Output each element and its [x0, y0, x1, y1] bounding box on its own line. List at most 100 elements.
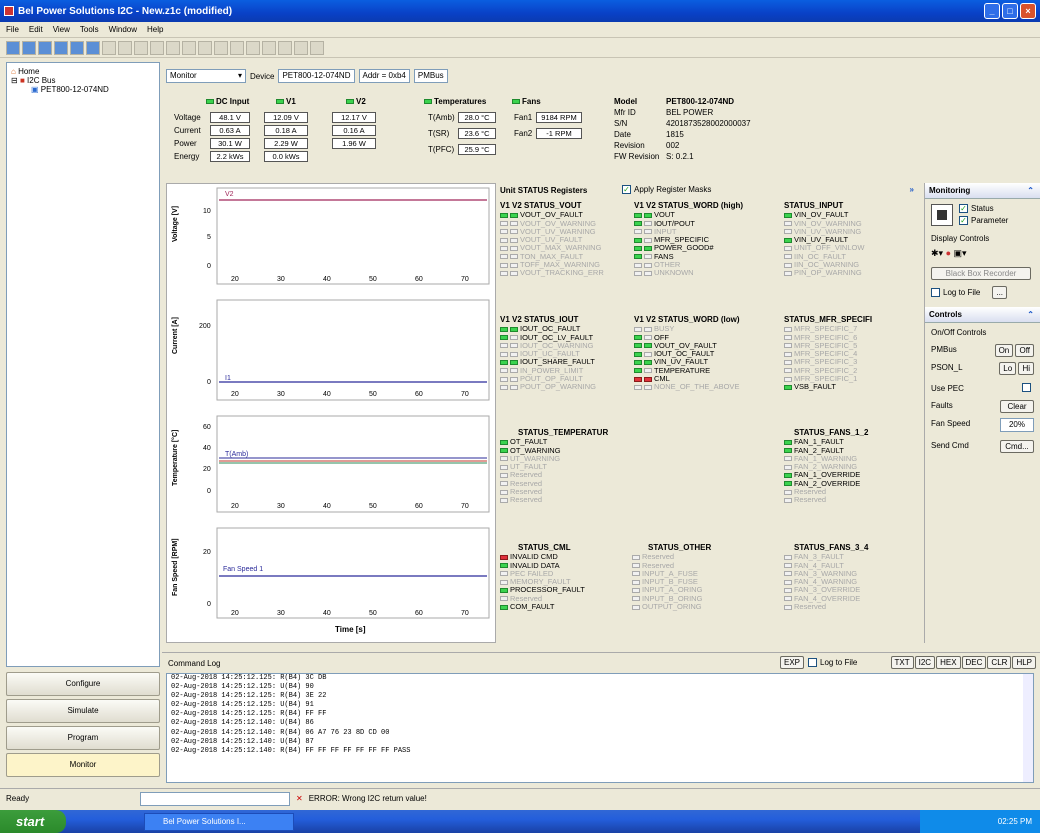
toolbar-button-icon[interactable] [182, 40, 196, 55]
toolbar-button-icon[interactable] [214, 40, 228, 55]
pmbus-label: PMBus [931, 345, 957, 354]
status-led-icon [500, 571, 508, 577]
register-title: STATUS_TEMPERATUR [518, 428, 609, 437]
status-led-icon [644, 326, 652, 332]
browse-button[interactable]: ... [992, 286, 1008, 299]
status-checkbox[interactable]: ✓ Status [959, 203, 1008, 215]
ytick-label: 0 [207, 488, 211, 495]
monitor-button[interactable]: Monitor [6, 753, 160, 777]
register-status-iout: V1 V2 STATUS_IOUT IOUT_OC_FAULT IOUT_OC_L… [500, 315, 596, 392]
menu-window[interactable]: Window [109, 25, 137, 34]
plot-frame [216, 527, 490, 619]
apply-masks-checkbox[interactable]: ✓ Apply Register Masks [622, 185, 711, 195]
print-icon[interactable] [54, 40, 68, 55]
app-window: Bel Power Solutions I2C - New.z1c (modif… [0, 0, 1040, 810]
toolbar-button-icon[interactable] [166, 40, 180, 55]
minimize-button[interactable]: _ [984, 3, 1000, 19]
hlp-button[interactable]: HLP [1012, 656, 1036, 669]
i2c-button[interactable]: I2C [914, 656, 936, 669]
status-led-icon [644, 246, 652, 251]
register-bit: FANS [634, 252, 743, 261]
menu-file[interactable]: File [6, 25, 19, 34]
ylabel-voltage: Voltage [V] [172, 206, 179, 242]
tree-item-home[interactable]: ⌂ Home [7, 67, 159, 76]
toolbar-button-icon[interactable] [102, 40, 116, 55]
toolbar-button-icon[interactable] [310, 40, 324, 55]
toolbar-button-icon[interactable] [230, 40, 244, 55]
cmdlog-log-checkbox[interactable]: Log to File [808, 658, 857, 668]
register-status-word-low: V1 V2 STATUS_WORD (low) BUSY OFF VOUT_OV_F… [634, 315, 740, 392]
status-led-icon [634, 254, 642, 260]
xtick-label: 30 [277, 391, 285, 398]
exp-button[interactable]: EXP [780, 656, 805, 669]
command-log[interactable]: 02-Aug-2018 14:25:12.125: R(B4) 3C DB 02… [166, 673, 1034, 783]
menu-help[interactable]: Help [147, 25, 163, 34]
menu-edit[interactable]: Edit [29, 25, 43, 34]
program-button[interactable]: Program [6, 726, 160, 750]
parameter-checkbox[interactable]: ✓ Parameter [959, 215, 1008, 227]
register-status-fans-12: STATUS_FANS_1_2 FAN_1_FAULT FAN_2_FAULT FA… [784, 428, 868, 505]
toolbar-button-icon[interactable] [198, 40, 212, 55]
use-pec-checkbox[interactable] [1022, 383, 1031, 392]
checkbox-icon [808, 658, 818, 668]
display-controls-icons[interactable]: ✱▾ ● ▣▾ [931, 247, 1034, 259]
checkbox-icon [931, 288, 940, 298]
collapse-up-icon[interactable]: ⌃ [1027, 307, 1040, 323]
maximize-button[interactable]: □ [1002, 3, 1018, 19]
stop-button[interactable] [931, 204, 953, 226]
menu-view[interactable]: View [53, 25, 70, 34]
status-led-icon [784, 596, 792, 602]
simulate-button[interactable]: Simulate [6, 699, 160, 723]
register-bit: Reserved [500, 496, 608, 504]
status-led-icon [632, 579, 640, 585]
hex-button[interactable]: HEX [936, 656, 961, 669]
clr-button[interactable]: CLR [987, 656, 1012, 669]
txt-button[interactable]: TXT [890, 656, 914, 669]
toolbar-button-icon[interactable] [294, 40, 308, 55]
status-led-icon [500, 351, 508, 357]
pson-hi-button[interactable]: Hi [1018, 362, 1034, 375]
close-button[interactable]: × [1020, 3, 1036, 19]
device-field[interactable]: PET800-12-074ND [278, 69, 355, 83]
log-scrollbar[interactable] [1023, 674, 1033, 782]
toolbar-button-icon[interactable] [278, 40, 292, 55]
tree-item-device[interactable]: ▣ PET800-12-074ND [7, 85, 159, 94]
new-icon[interactable] [6, 40, 20, 55]
proto-field[interactable]: PMBus [413, 69, 448, 83]
open-icon[interactable] [22, 40, 36, 55]
status-led-icon [500, 237, 508, 243]
pmbus-on-button[interactable]: On [994, 344, 1014, 357]
log-to-file-checkbox[interactable]: Log to File... [931, 286, 1034, 299]
status-led-icon [500, 326, 508, 332]
collapse-icon[interactable]: » [910, 185, 914, 194]
dec-button[interactable]: DEC [961, 656, 987, 669]
mode-select[interactable]: Monitor ▾ [166, 69, 246, 83]
menu-tools[interactable]: Tools [80, 25, 99, 34]
collapse-up-icon[interactable]: ⌃ [1027, 183, 1040, 199]
toolbar-button-icon[interactable] [246, 40, 260, 55]
toolbar-button-icon[interactable] [262, 40, 276, 55]
fan-speed-field[interactable]: 20% [1000, 418, 1034, 432]
pmbus-off-button[interactable]: Off [1015, 344, 1034, 357]
start-button[interactable]: start [0, 810, 66, 833]
status-led-icon [500, 246, 508, 251]
save-icon[interactable] [38, 40, 52, 55]
register-title: V1 V2 STATUS_VOUT [500, 201, 582, 210]
toolbar-button-icon[interactable] [150, 40, 164, 55]
info-icon[interactable] [70, 40, 84, 55]
blackbox-button[interactable]: Black Box Recorder [931, 267, 1031, 280]
toolbar-button-icon[interactable] [118, 40, 132, 55]
clear-button[interactable]: Clear [1000, 400, 1034, 413]
configure-button[interactable]: Configure [6, 672, 160, 696]
taskbar-item[interactable]: Bel Power Solutions I... [144, 813, 294, 831]
status-bar: Ready ✕ ERROR: Wrong I2C return value! [0, 788, 1040, 808]
ylabel-fanspeed: Fan Speed [RPM] [172, 538, 179, 596]
register-items: Reserved Reserved INPUT_A_FUSE INPUT_B_FUSE… [632, 553, 711, 611]
cmd-button[interactable]: Cmd... [1000, 440, 1034, 453]
addr-field[interactable]: Addr = 0xb4 [358, 69, 410, 83]
toolbar-button-icon[interactable] [134, 40, 148, 55]
tree-item-bus[interactable]: ⊟ ■ I2C Bus [7, 76, 159, 85]
pson-lo-button[interactable]: Lo [999, 362, 1017, 375]
cmdlog-title: Command Log [168, 659, 221, 668]
tool-icon[interactable] [86, 40, 100, 55]
